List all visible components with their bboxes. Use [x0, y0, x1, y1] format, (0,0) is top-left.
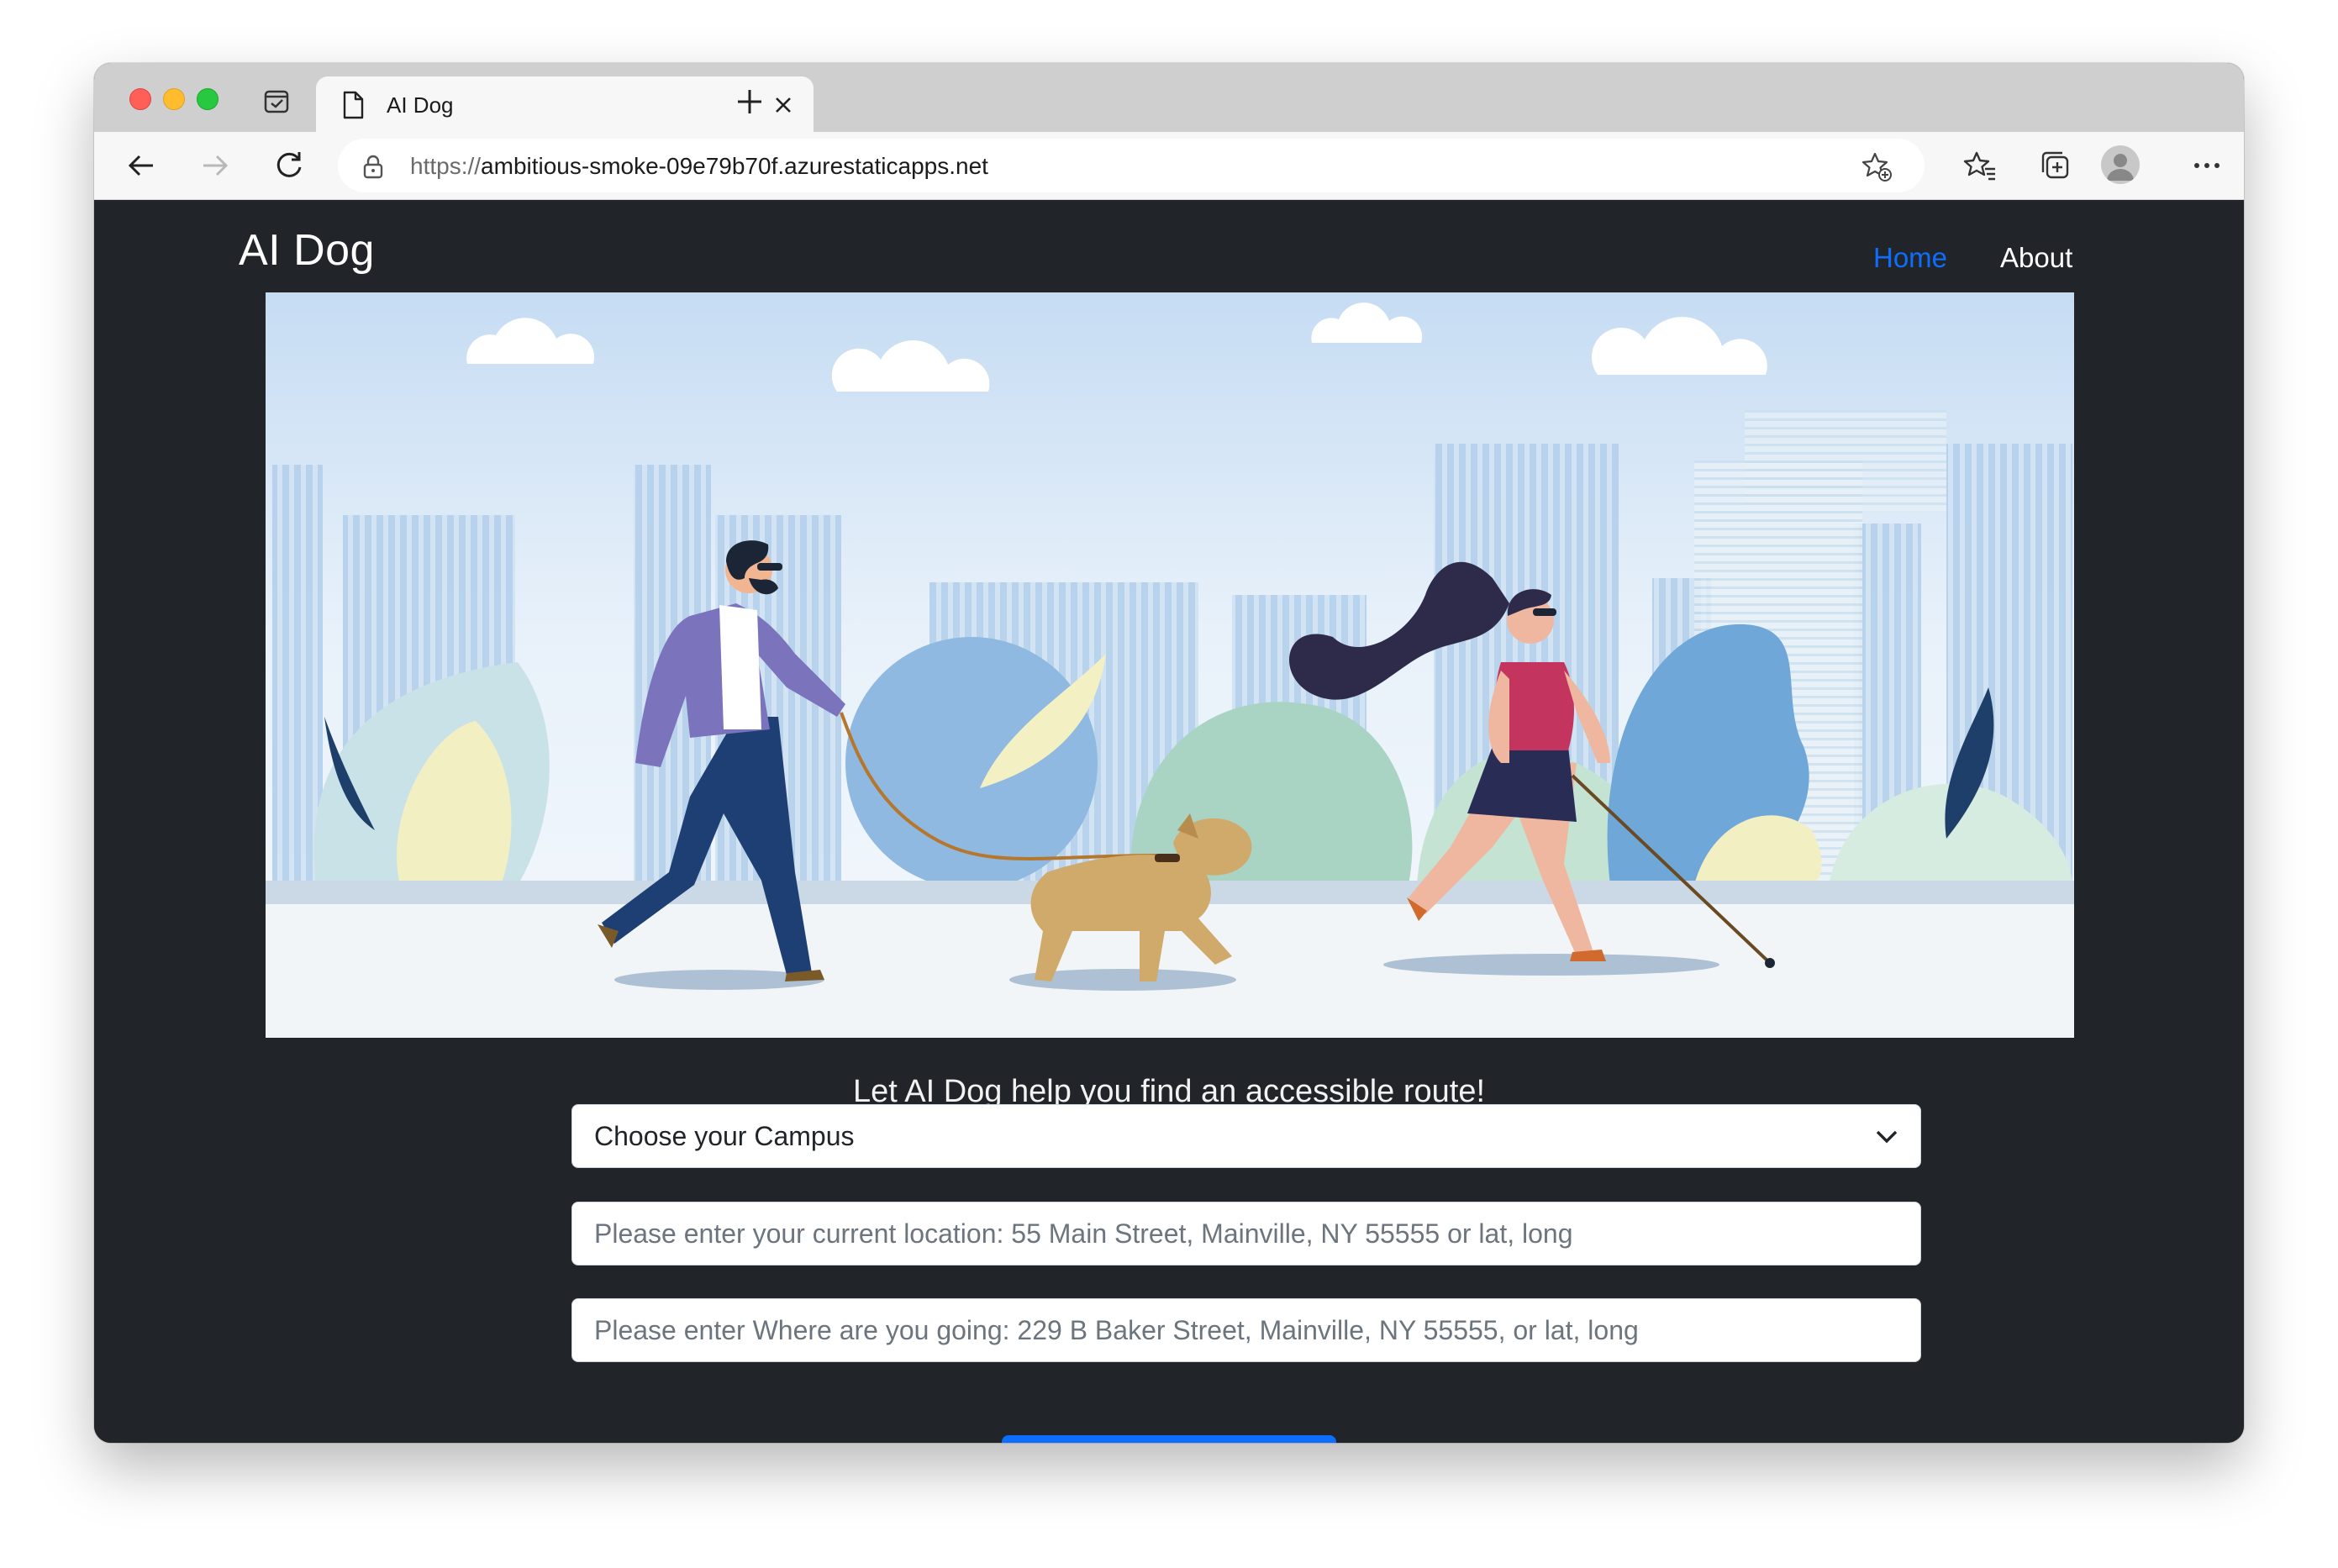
- hero-illustration-svg: [266, 292, 2074, 1038]
- close-icon[interactable]: [771, 93, 795, 117]
- star-plus-icon[interactable]: [1861, 150, 1893, 182]
- more-dots-icon[interactable]: [2190, 149, 2224, 182]
- url-text: https://ambitious-smoke-09e79b70f.azures…: [410, 153, 988, 180]
- hero-illustration: [266, 292, 2074, 1038]
- page-icon: [343, 91, 364, 119]
- tab-actions-icon[interactable]: [262, 87, 291, 115]
- refresh-icon[interactable]: [272, 149, 306, 182]
- zoom-window-button[interactable]: [197, 88, 219, 110]
- address-bar[interactable]: https://ambitious-smoke-09e79b70f.azures…: [338, 139, 1925, 192]
- tab-strip: AI Dog: [94, 63, 2244, 132]
- plus-icon[interactable]: [735, 87, 765, 117]
- url-host: ambitious-smoke-09e79b70f.azurestaticapp…: [481, 153, 988, 179]
- favorites-icon[interactable]: [1963, 149, 1997, 182]
- campus-select[interactable]: Choose your Campus: [571, 1104, 1921, 1168]
- destination-location-input[interactable]: [571, 1298, 1921, 1362]
- nav-home-link[interactable]: Home: [1873, 242, 1947, 274]
- close-window-button[interactable]: [129, 88, 151, 110]
- back-arrow-icon[interactable]: [124, 149, 158, 182]
- profile-avatar-icon[interactable]: [2101, 145, 2140, 184]
- browser-window: AI Dog https://ambitious-smoke-09e79b70f…: [94, 63, 2244, 1443]
- browser-toolbar: https://ambitious-smoke-09e79b70f.azures…: [94, 132, 2244, 200]
- submit-button[interactable]: [1002, 1435, 1336, 1443]
- tab-title: AI Dog: [387, 92, 454, 118]
- web-page: AI Dog Home About Let AI Dog help you fi…: [94, 200, 2244, 1443]
- url-scheme: https://: [410, 153, 482, 179]
- minimize-window-button[interactable]: [163, 88, 185, 110]
- forward-arrow-icon[interactable]: [198, 149, 232, 182]
- site-brand[interactable]: AI Dog: [239, 225, 375, 276]
- origin-location-input[interactable]: [571, 1202, 1921, 1265]
- collections-icon[interactable]: [2039, 149, 2072, 182]
- nav-about-link[interactable]: About: [2000, 242, 2072, 274]
- lock-icon[interactable]: [361, 154, 385, 179]
